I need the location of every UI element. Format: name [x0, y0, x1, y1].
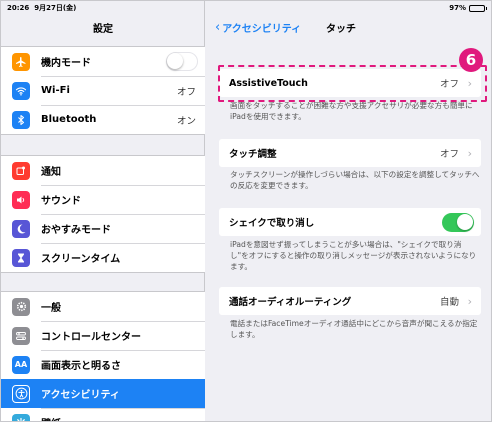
display-brightness-icon: AA: [12, 355, 30, 374]
bluetooth-status-value: オン: [176, 115, 196, 127]
status-date: 9月27日(金): [34, 4, 77, 12]
sidebar-item-wifi[interactable]: Wi-Fi オフ: [1, 76, 205, 105]
touch-accommodations-description: タッチスクリーンが操作しづらい場合は、以下の設定を調整してタッチへの反応を変更で…: [230, 170, 480, 190]
ipad-screen: 20:26 9月27日(金) 97% 設定 機内モード Wi-Fi オフ Blu…: [0, 0, 492, 422]
accessibility-icon: [12, 384, 30, 403]
sidebar-item-accessibility[interactable]: アクセシビリティ: [1, 379, 205, 408]
sidebar-item-label: おやすみモード: [41, 225, 111, 236]
sidebar-item-label: Bluetooth: [41, 114, 97, 125]
sidebar-item-label: アクセシビリティ: [41, 390, 120, 401]
sidebar-item-bluetooth[interactable]: Bluetooth オン: [1, 105, 205, 134]
touch-accommodations-label: タッチ調整: [229, 149, 277, 160]
call-audio-routing-label: 通話オーディオルーティング: [229, 297, 352, 308]
wallpaper-icon: [12, 413, 30, 421]
moon-icon: [12, 219, 30, 238]
status-time: 20:26: [7, 4, 30, 12]
chevron-right-icon: ›: [467, 294, 472, 308]
toggle-knob: [456, 214, 473, 230]
control-center-icon: [12, 326, 30, 345]
call-audio-routing-value: 自動: [439, 297, 459, 308]
sidebar-item-airplane-mode[interactable]: 機内モード: [1, 47, 205, 76]
sidebar-item-sounds[interactable]: サウンド: [1, 185, 205, 214]
sidebar-item-label: 壁紙: [41, 415, 61, 421]
sidebar-item-screen-time[interactable]: スクリーンタイム: [1, 243, 205, 272]
chevron-right-icon: ›: [467, 146, 472, 160]
sidebar-item-display-brightness[interactable]: AA 画面表示と明るさ: [1, 350, 205, 379]
step-number-badge: 6: [459, 48, 483, 72]
shake-to-undo-toggle[interactable]: [442, 212, 474, 232]
page-title: タッチ: [326, 24, 356, 35]
back-button[interactable]: ‹ アクセシビリティ: [215, 19, 302, 36]
sidebar-item-label: Wi-Fi: [41, 85, 70, 96]
call-audio-routing-description: 電話またはFaceTimeオーディオ通話中にどこから音声が聞こえるか指定します。: [230, 319, 478, 339]
assistive-touch-highlight-box: [218, 65, 487, 102]
sidebar-item-general[interactable]: 一般: [1, 292, 205, 321]
sound-icon: [12, 190, 30, 209]
sidebar-item-label: 機内モード: [41, 58, 91, 69]
battery-icon: [469, 4, 487, 12]
gear-icon: [12, 297, 30, 316]
status-bar: 20:26 9月27日(金) 97%: [1, 1, 491, 15]
sidebar-item-wallpaper[interactable]: 壁紙: [1, 408, 205, 421]
shake-to-undo-row: シェイクで取り消し: [219, 208, 481, 236]
notifications-icon: [12, 161, 30, 180]
sidebar-group-connectivity: 機内モード Wi-Fi オフ Bluetooth オン: [1, 46, 205, 135]
touch-accommodations-row[interactable]: タッチ調整 オフ ›: [219, 139, 481, 167]
settings-sidebar: 設定 機内モード Wi-Fi オフ Bluetooth オン 通知 サウンド お…: [1, 1, 205, 421]
sidebar-item-label: 画面表示と明るさ: [41, 361, 121, 372]
airplane-icon: [12, 52, 30, 71]
call-audio-routing-row[interactable]: 通話オーディオルーティング 自動 ›: [219, 287, 481, 315]
sidebar-item-control-center[interactable]: コントロールセンター: [1, 321, 205, 350]
hourglass-icon: [12, 248, 30, 267]
shake-to-undo-label: シェイクで取り消し: [229, 218, 315, 229]
touch-accommodations-value: オフ: [439, 149, 459, 160]
sidebar-group-notifications: 通知 サウンド おやすみモード スクリーンタイム: [1, 155, 205, 273]
sidebar-item-label: サウンド: [41, 196, 81, 207]
assistive-touch-description: 画面をタッチすることが困難な方や支援アクセサリが必要な方も簡単にiPadを使用で…: [230, 101, 473, 121]
navigation-bar: ‹ アクセシビリティ タッチ: [206, 19, 491, 36]
battery-percent: 97%: [449, 4, 466, 12]
sidebar-item-label: 通知: [41, 167, 61, 178]
bluetooth-icon: [12, 110, 30, 129]
wifi-icon: [12, 81, 30, 100]
wifi-status-value: オフ: [176, 86, 196, 98]
airplane-mode-toggle[interactable]: [166, 52, 198, 71]
sidebar-item-label: 一般: [41, 303, 61, 314]
sidebar-item-notifications[interactable]: 通知: [1, 156, 205, 185]
chevron-left-icon: ‹: [215, 19, 221, 35]
shake-to-undo-description: iPadを意図せず振ってしまうことが多い場合は、"シェイクで取り消し"をオフにす…: [230, 240, 477, 271]
sidebar-item-do-not-disturb[interactable]: おやすみモード: [1, 214, 205, 243]
back-button-label: アクセシビリティ: [222, 24, 302, 35]
toggle-knob: [167, 53, 183, 69]
sidebar-group-general: 一般 コントロールセンター AA 画面表示と明るさ アクセシビリティ: [1, 291, 205, 421]
sidebar-item-label: スクリーンタイム: [41, 254, 121, 265]
sidebar-title: 設定: [93, 24, 113, 35]
sidebar-item-label: コントロールセンター: [41, 332, 141, 343]
